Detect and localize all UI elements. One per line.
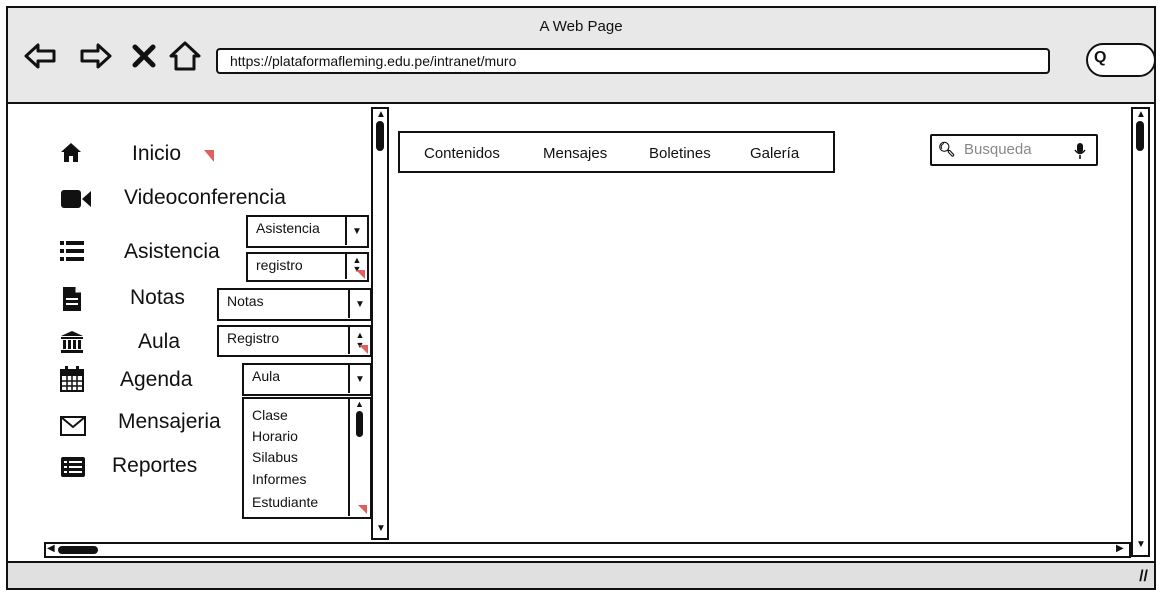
chevron-down-icon[interactable]: ▼ bbox=[348, 365, 370, 393]
search-placeholder: Busqueda bbox=[964, 141, 1032, 158]
notas-registro-stepper[interactable]: Registro ▲ ▼ bbox=[217, 325, 372, 357]
list-item[interactable]: Informes bbox=[252, 471, 306, 487]
scroll-thumb[interactable] bbox=[1136, 121, 1144, 151]
scroll-up-icon[interactable]: ▲ bbox=[376, 109, 386, 120]
tab-galeria[interactable]: Galería bbox=[750, 145, 799, 162]
scroll-right-icon[interactable]: ▶ bbox=[1116, 543, 1124, 554]
arrow-left-icon bbox=[24, 43, 56, 69]
sidebar-item-label: Inicio bbox=[132, 142, 182, 165]
stepper-value: registro bbox=[256, 257, 303, 273]
scroll-thumb[interactable] bbox=[376, 121, 384, 151]
scroll-thumb[interactable] bbox=[58, 546, 98, 554]
listbox-scrollbar[interactable]: ▲ bbox=[348, 399, 370, 516]
tab-boletines[interactable]: Boletines bbox=[649, 145, 711, 162]
sidebar-item-label: Videoconferencia bbox=[124, 186, 286, 209]
scroll-down-icon[interactable]: ▼ bbox=[376, 523, 386, 534]
search-field[interactable]: 🔍︎ Busqueda bbox=[930, 134, 1098, 166]
arrow-right-icon bbox=[80, 43, 112, 69]
sidebar-item-label: Reportes bbox=[112, 454, 198, 477]
forward-button[interactable] bbox=[80, 40, 112, 72]
window-title: A Web Page bbox=[539, 18, 623, 35]
sidebar-item-label: Aula bbox=[138, 330, 181, 353]
sidebar-item-mensajeria[interactable]: Mensajeria bbox=[60, 410, 245, 438]
report-icon bbox=[61, 457, 85, 477]
home-icon bbox=[61, 143, 81, 162]
tab-bar: Contenidos Mensajes Boletines Galería bbox=[398, 131, 835, 173]
home-button[interactable] bbox=[168, 40, 202, 72]
stop-button[interactable] bbox=[132, 42, 156, 70]
cursor-marker bbox=[204, 150, 214, 162]
stepper-value: Registro bbox=[227, 330, 280, 346]
sidebar-item-label: Notas bbox=[130, 286, 185, 309]
main-scrollbar[interactable]: ▲ ▼ bbox=[1131, 107, 1150, 557]
scroll-left-icon[interactable]: ◀ bbox=[47, 543, 55, 554]
sidebar-item-aula[interactable]: Aula bbox=[60, 330, 220, 358]
institution-icon bbox=[61, 331, 83, 353]
sidebar-item-label: Asistencia bbox=[124, 240, 220, 263]
sidebar-item-videoconferencia[interactable]: Videoconferencia bbox=[60, 184, 340, 212]
browser-search-button[interactable]: Q bbox=[1086, 43, 1156, 77]
dropdown-value: Aula bbox=[252, 368, 281, 384]
notas-dropdown[interactable]: Notas ▼ bbox=[217, 288, 372, 321]
document-icon bbox=[63, 287, 81, 311]
sidebar-item-reportes[interactable]: Reportes bbox=[60, 454, 240, 482]
status-bar: // bbox=[8, 561, 1154, 588]
horizontal-scrollbar[interactable]: ◀ ▶ bbox=[44, 542, 1131, 558]
sidebar-item-agenda[interactable]: Agenda bbox=[60, 366, 240, 394]
sidebar-scrollbar[interactable]: ▲ ▼ bbox=[371, 107, 389, 540]
close-icon bbox=[132, 44, 156, 68]
scroll-thumb[interactable] bbox=[356, 411, 363, 437]
cursor-marker bbox=[359, 345, 368, 354]
cursor-marker bbox=[358, 505, 367, 514]
search-icon: 🔍︎ bbox=[938, 141, 956, 157]
home-icon bbox=[169, 41, 201, 71]
sidebar-item-label: Mensajeria bbox=[118, 410, 221, 433]
chevron-down-icon[interactable]: ▼ bbox=[348, 290, 370, 318]
sidebar-item-asistencia[interactable]: Asistencia bbox=[60, 240, 245, 268]
asistencia-dropdown[interactable]: Asistencia ▼ bbox=[246, 215, 369, 248]
list-item[interactable]: Clase bbox=[252, 407, 288, 423]
asistencia-registro-stepper[interactable]: registro ▲ ▼ bbox=[246, 252, 369, 282]
microphone-icon[interactable] bbox=[1074, 142, 1086, 160]
list-item[interactable]: Silabus bbox=[252, 449, 298, 465]
scroll-up-icon[interactable]: ▲ bbox=[355, 399, 364, 409]
scroll-down-icon[interactable]: ▼ bbox=[1136, 539, 1146, 550]
back-button[interactable] bbox=[24, 40, 56, 72]
sidebar-item-label: Agenda bbox=[120, 368, 193, 391]
cursor-marker bbox=[356, 270, 365, 279]
calendar-icon bbox=[60, 366, 84, 392]
list-icon bbox=[60, 241, 84, 261]
resize-handle-icon[interactable]: // bbox=[1139, 568, 1148, 586]
list-item[interactable]: Estudiante bbox=[252, 494, 318, 510]
tab-mensajes[interactable]: Mensajes bbox=[543, 145, 607, 162]
video-camera-icon bbox=[61, 190, 91, 208]
sidebar-item-notas[interactable]: Notas bbox=[60, 286, 220, 314]
address-bar[interactable]: https://plataformafleming.edu.pe/intrane… bbox=[216, 48, 1050, 74]
search-icon: Q bbox=[1094, 49, 1107, 66]
tab-contenidos[interactable]: Contenidos bbox=[424, 145, 500, 162]
scroll-up-icon[interactable]: ▲ bbox=[1136, 109, 1146, 120]
aula-listbox[interactable]: Clase Horario Silabus Informes Estudiant… bbox=[242, 397, 372, 519]
list-item[interactable]: Horario bbox=[252, 428, 298, 444]
chevron-down-icon[interactable]: ▼ bbox=[345, 217, 367, 245]
dropdown-value: Notas bbox=[227, 293, 264, 309]
envelope-icon bbox=[60, 416, 86, 436]
sidebar-item-inicio[interactable]: Inicio bbox=[60, 140, 240, 168]
dropdown-value: Asistencia bbox=[256, 220, 320, 236]
aula-dropdown[interactable]: Aula ▼ bbox=[242, 363, 372, 396]
